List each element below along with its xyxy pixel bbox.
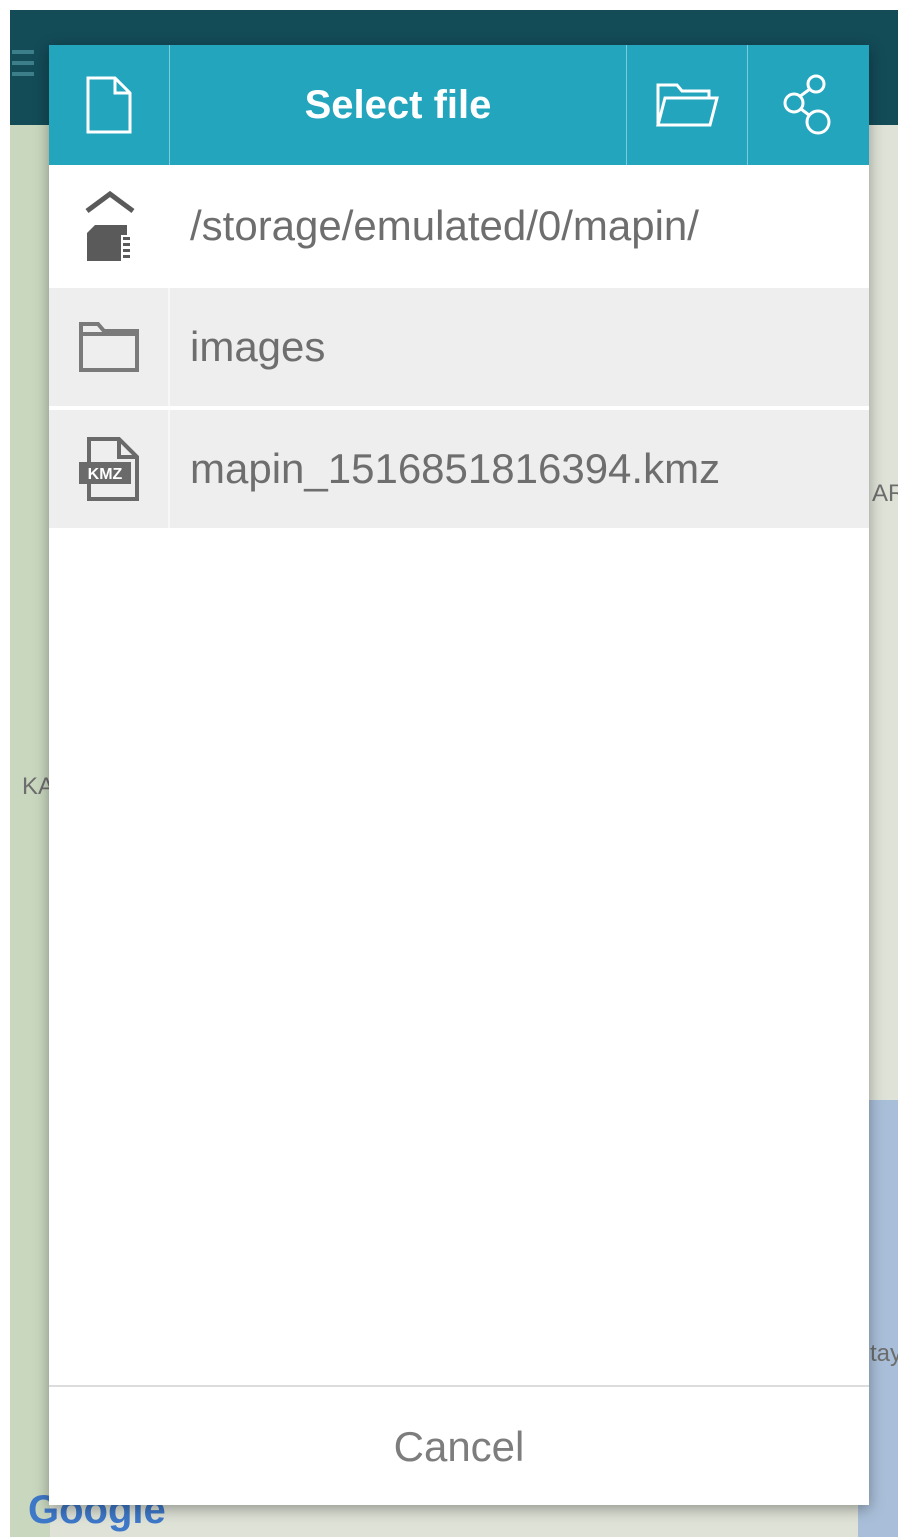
- kmz-badge: KMZ: [87, 466, 122, 483]
- folder-open-icon: [656, 83, 719, 127]
- sd-card-up-icon: [85, 190, 134, 261]
- map-label: AR: [872, 480, 898, 507]
- list-item[interactable]: images: [49, 288, 869, 406]
- open-folder-button[interactable]: [626, 45, 748, 165]
- folder-icon: [78, 322, 139, 372]
- share-button[interactable]: [748, 45, 869, 165]
- current-path-row[interactable]: /storage/emulated/0/mapin/: [49, 165, 869, 287]
- map-label: tay: [870, 1340, 898, 1367]
- dialog-header: Select file: [49, 45, 869, 165]
- map-green-area: [10, 125, 50, 1537]
- list-item-label: images: [190, 323, 326, 370]
- list-item-label: mapin_1516851816394.kmz: [190, 445, 721, 492]
- parent-directory-button[interactable]: [49, 165, 170, 287]
- dialog-title: Select file: [304, 82, 492, 127]
- cancel-button[interactable]: Cancel: [394, 1423, 525, 1471]
- file-icon: [86, 76, 132, 134]
- select-file-dialog: Select file /storage/emulated/0/mapin/ i…: [49, 45, 869, 1505]
- dialog-footer: Cancel: [49, 1385, 869, 1505]
- menu-icon: [12, 50, 34, 83]
- list-item[interactable]: KMZ mapin_1516851816394.kmz: [49, 410, 869, 528]
- new-file-button[interactable]: [49, 45, 170, 165]
- share-icon: [783, 74, 830, 135]
- kmz-file-icon: KMZ: [78, 437, 139, 501]
- current-path: /storage/emulated/0/mapin/: [190, 202, 699, 249]
